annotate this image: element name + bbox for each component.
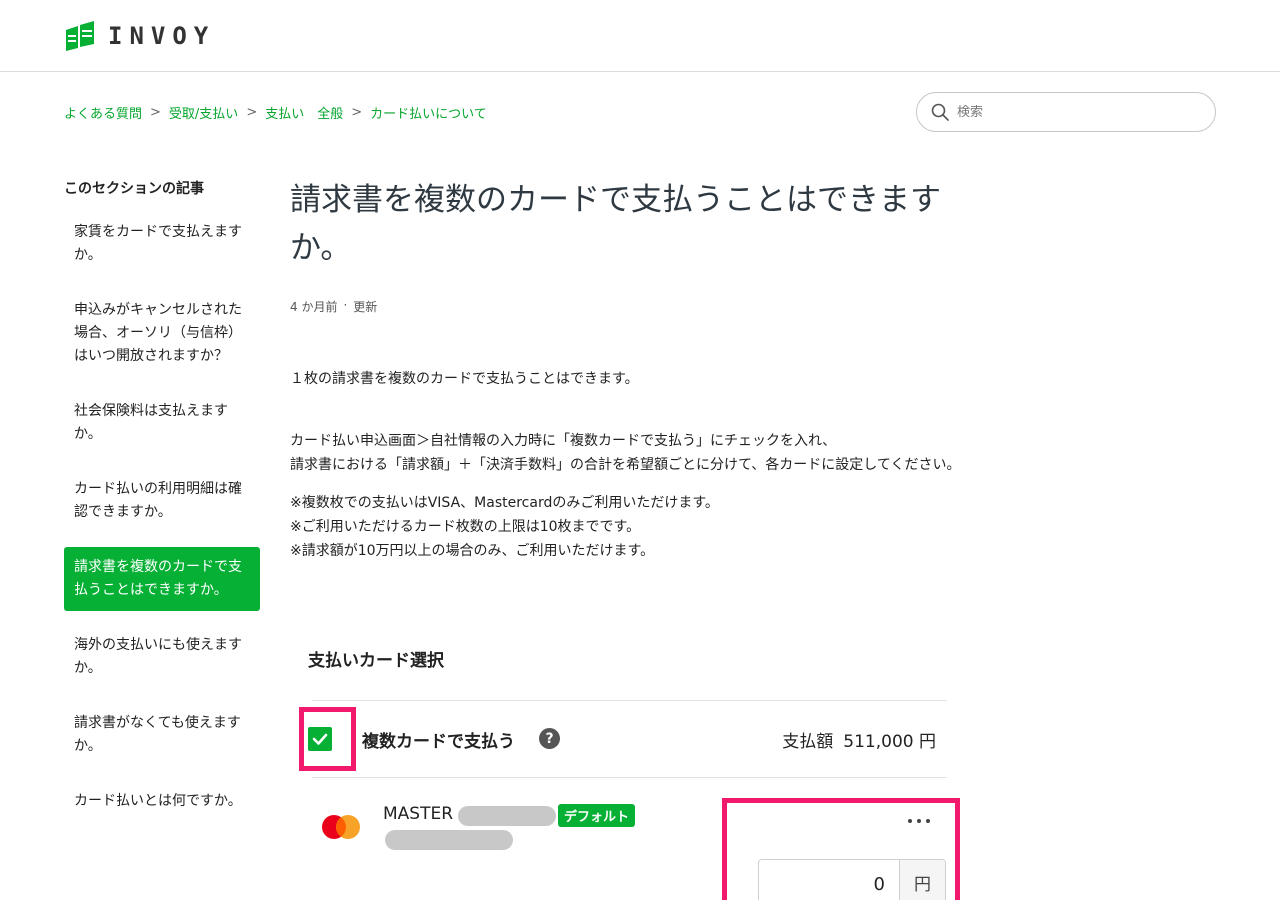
sidebar-item-authorization[interactable]: 申込みがキャンセルされた場合、オーソリ（与信枠）はいつ開放されますか？ [64, 290, 260, 377]
breadcrumb-separator: > [351, 105, 363, 120]
sidebar-item-rent[interactable]: 家賃をカードで支払えますか。 [64, 212, 260, 276]
multi-card-label: 複数カードで支払う [362, 732, 515, 752]
breadcrumb-receive-pay[interactable]: 受取/支払い [169, 103, 238, 122]
article-notes: ※複数枚での支払いはVISA、Mastercardのみご利用いただけます。 ※ご… [290, 491, 990, 563]
search-input[interactable] [957, 104, 1197, 120]
search-icon [931, 103, 949, 121]
logo-text: INVOY [108, 22, 216, 50]
card-amount-unit: 円 [899, 860, 945, 900]
sidebar-item-multiple-cards[interactable]: 請求書を複数のカードで支払うことはできますか。 [64, 547, 260, 611]
payment-amount: 支払額 511,000 円 [782, 727, 936, 752]
redacted-card-expiry [385, 830, 513, 850]
sidebar-item-no-invoice[interactable]: 請求書がなくても使えますか。 [64, 703, 260, 767]
card-selection-screenshot: 支払いカード選択 複数カードで支払う ? 支払額 511,000 円 MASTER… [290, 630, 970, 900]
mastercard-logo-icon [322, 815, 360, 839]
card-name: MASTER [383, 804, 454, 824]
article-paragraph: １枚の請求書を複数のカードで支払うことはできます。 [290, 371, 639, 387]
article-time: 4 か月前 [290, 300, 338, 314]
article-note: ※ご利用いただけるカード枚数の上限は10枚までです。 [290, 519, 641, 535]
article-note: ※請求額が10万円以上の場合のみ、ご利用いただけます。 [290, 543, 655, 559]
breadcrumb-card-payment[interactable]: カード払いについて [370, 103, 487, 122]
breadcrumb-separator: > [246, 105, 258, 120]
breadcrumb-payment-general[interactable]: 支払い 全般 [265, 103, 343, 122]
card-amount-value[interactable]: 0 [759, 860, 899, 900]
payment-amount-label: 支払額 [782, 732, 834, 752]
sidebar-item-what-is-card-payment[interactable]: カード払いとは何ですか。 [64, 781, 260, 822]
meta-separator: · [343, 298, 348, 312]
redacted-card-number [458, 806, 556, 826]
article-instruction-line: カード払い申込画面＞自社情報の入力時に「複数カードで支払う」にチェックを入れ、 [290, 433, 837, 449]
check-icon [312, 733, 328, 745]
card-amount-input[interactable]: 0 円 [758, 859, 946, 900]
divider [312, 777, 947, 778]
breadcrumb-faq[interactable]: よくある質問 [64, 103, 142, 122]
sidebar-article-list: 家賃をカードで支払えますか。 申込みがキャンセルされた場合、オーソリ（与信枠）は… [64, 212, 260, 822]
breadcrumb: よくある質問 > 受取/支払い > 支払い 全般 > カード払いについて [64, 103, 487, 122]
article-instructions: カード払い申込画面＞自社情報の入力時に「複数カードで支払う」にチェックを入れ、 … [290, 429, 985, 477]
article: 請求書を複数のカードで支払うことはできますか。 4 か月前 · 更新 １枚の請求… [290, 176, 990, 563]
help-icon[interactable]: ? [539, 728, 560, 749]
article-updated: 更新 [353, 300, 378, 314]
sidebar-item-social-insurance[interactable]: 社会保険料は支払えますか。 [64, 391, 260, 455]
divider [312, 700, 947, 701]
article-meta: 4 か月前 · 更新 [290, 298, 990, 315]
article-instruction-line: 請求書における「請求額」＋「決済手数料」の合計を希望額ごとに分けて、各カードに設… [290, 457, 961, 473]
sidebar-item-overseas[interactable]: 海外の支払いにも使えますか。 [64, 625, 260, 689]
sidebar-title: このセクションの記事 [64, 181, 204, 197]
multi-card-checkbox[interactable] [308, 727, 332, 751]
breadcrumb-separator: > [150, 105, 161, 120]
site-header: INVOY [0, 0, 1280, 72]
site-logo[interactable]: INVOY [64, 20, 215, 52]
default-badge: デフォルト [558, 804, 636, 827]
section-sidebar: このセクションの記事 家賃をカードで支払えますか。 申込みがキャンセルされた場合… [64, 178, 260, 836]
card-selection-title: 支払いカード選択 [308, 651, 444, 671]
search-box[interactable] [916, 92, 1216, 132]
sidebar-item-statement[interactable]: カード払いの利用明細は確認できますか。 [64, 469, 260, 533]
more-options-icon[interactable] [908, 816, 930, 826]
article-note: ※複数枚での支払いはVISA、Mastercardのみご利用いただけます。 [290, 495, 719, 511]
invoy-logo-icon [66, 21, 94, 51]
payment-amount-value: 511,000 円 [843, 732, 936, 752]
article-title: 請求書を複数のカードで支払うことはできますか。 [290, 182, 941, 266]
